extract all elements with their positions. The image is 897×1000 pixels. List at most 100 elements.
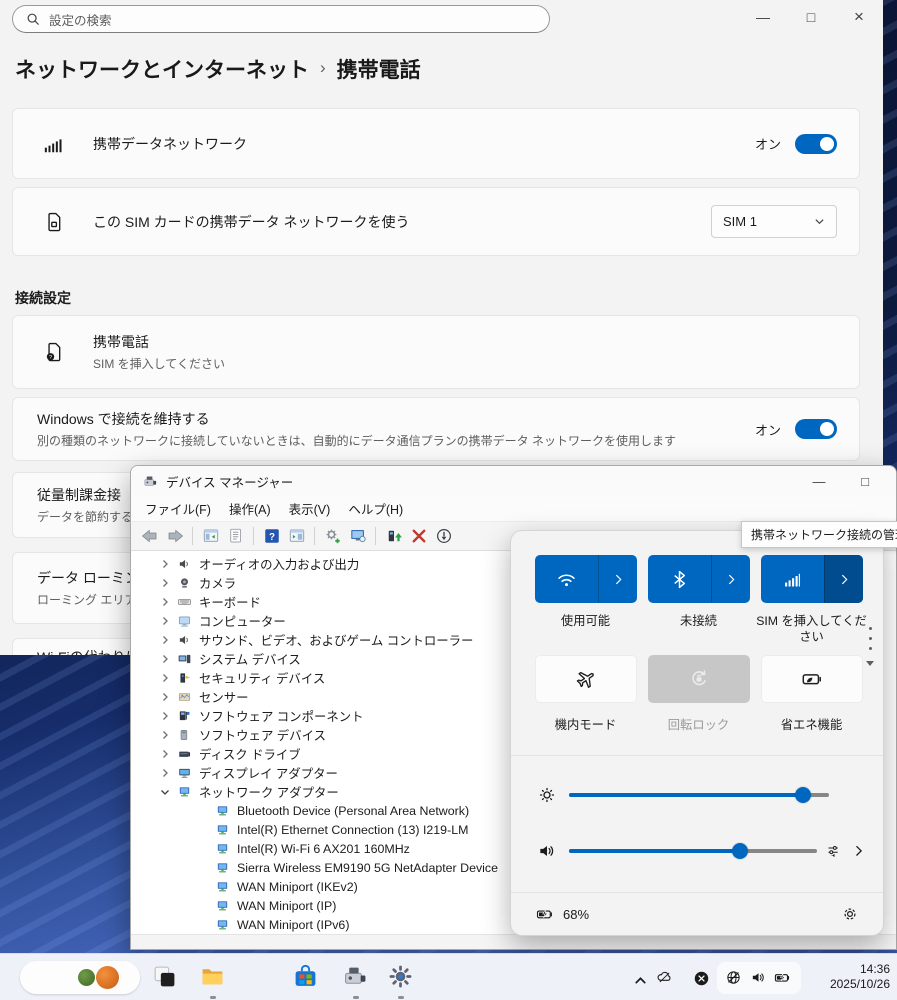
chevron-right-icon[interactable] xyxy=(159,691,171,703)
show-console-tree-button[interactable] xyxy=(200,526,221,547)
card-keep-connected: Windows で接続を維持する 別の種類のネットワークに接続していないときは、… xyxy=(12,397,860,461)
taskbar-device-manager-button[interactable] xyxy=(343,964,368,989)
uninstall-device-button[interactable] xyxy=(408,526,429,547)
sim-dropdown[interactable]: SIM 1 xyxy=(711,205,837,238)
battery-icon[interactable] xyxy=(535,905,555,923)
taskbar-store-button[interactable] xyxy=(293,964,318,989)
cellular-expand-button[interactable] xyxy=(824,555,863,603)
chevron-right-icon xyxy=(837,572,852,587)
gear-icon[interactable] xyxy=(841,905,859,923)
desktop: 設定の検索 — □ × ネットワークとインターネット › 携帯電話 携帯データネ… xyxy=(0,0,897,1000)
sw-component-icon xyxy=(177,709,192,723)
card-title: 携帯電話 xyxy=(93,332,225,352)
bluetooth-tile[interactable] xyxy=(648,555,750,603)
bluetooth-expand-button[interactable] xyxy=(711,555,750,603)
audio-output-icon[interactable] xyxy=(826,843,843,860)
minimize-button[interactable]: — xyxy=(808,474,830,489)
energy-saver-tile[interactable] xyxy=(761,655,863,703)
taskbar-widgets-button[interactable] xyxy=(20,961,140,994)
tray-system-icons-group[interactable] xyxy=(717,962,801,994)
scan-hardware-changes-button[interactable] xyxy=(322,526,343,547)
chevron-right-icon[interactable] xyxy=(159,710,171,722)
help-button[interactable]: ? xyxy=(261,526,282,547)
energy-saver-icon xyxy=(801,668,823,690)
maximize-button[interactable]: □ xyxy=(854,474,876,489)
file-explorer-icon xyxy=(200,964,225,989)
card-cellular-phone[interactable]: ? 携帯電話 SIM を挿入してください xyxy=(12,315,860,389)
chevron-right-icon[interactable] xyxy=(159,653,171,665)
show-console-tree-icon xyxy=(202,527,220,545)
tray-blocked-icon[interactable] xyxy=(693,970,710,987)
sim-dropdown-value: SIM 1 xyxy=(723,214,757,229)
properties-button[interactable] xyxy=(225,526,246,547)
chevron-right-icon[interactable] xyxy=(159,596,171,608)
bluetooth-toggle-button[interactable] xyxy=(648,555,711,603)
maximize-button[interactable]: □ xyxy=(787,0,835,34)
network-icon xyxy=(215,842,230,856)
settings-search-input[interactable]: 設定の検索 xyxy=(12,5,550,33)
taskbar-task-view-button[interactable] xyxy=(152,964,177,989)
chevron-right-icon[interactable] xyxy=(159,748,171,760)
qs-scroll-indicator[interactable] xyxy=(866,627,874,666)
energy-saver-label: 省エネ機能 xyxy=(755,717,868,733)
chevron-right-icon[interactable] xyxy=(853,844,865,858)
minimize-button[interactable]: — xyxy=(739,0,787,34)
chevron-right-icon[interactable] xyxy=(159,558,171,570)
airplane-mode-tile[interactable] xyxy=(535,655,637,703)
breadcrumb-parent[interactable]: ネットワークとインターネット xyxy=(15,54,309,84)
widgets-image-pumpkin-orange xyxy=(96,966,119,989)
back-button[interactable] xyxy=(139,526,160,547)
chevron-down-icon[interactable] xyxy=(159,786,171,798)
bluetooth-status-label: 未接続 xyxy=(642,613,755,629)
menu-help[interactable]: ヘルプ(H) xyxy=(340,496,411,521)
running-indicator xyxy=(210,996,216,999)
menu-view[interactable]: 表示(V) xyxy=(281,496,339,521)
speaker-icon xyxy=(750,969,767,986)
chevron-right-icon[interactable] xyxy=(159,615,171,627)
tree-item-label: Intel(R) Wi-Fi 6 AX201 160MHz xyxy=(237,842,410,856)
close-button[interactable]: × xyxy=(835,0,883,34)
device-manager-titlebar[interactable]: デバイス マネージャー — □ xyxy=(131,466,896,496)
disable-device-icon xyxy=(435,527,453,545)
show-action-pane-button[interactable] xyxy=(286,526,307,547)
chevron-right-icon[interactable] xyxy=(159,767,171,779)
tray-onedrive-icon[interactable] xyxy=(656,969,678,986)
remote-computer-button[interactable] xyxy=(347,526,368,547)
qs-footer: 68% xyxy=(511,892,883,935)
chevron-right-icon[interactable] xyxy=(159,577,171,589)
running-indicator xyxy=(353,996,359,999)
disable-device-button[interactable] xyxy=(433,526,454,547)
chevron-right-icon[interactable] xyxy=(159,634,171,646)
wifi-toggle-button[interactable] xyxy=(535,555,598,603)
taskbar-settings-button[interactable] xyxy=(388,964,413,989)
update-driver-button[interactable] xyxy=(383,526,404,547)
tree-indent xyxy=(197,881,209,893)
search-icon xyxy=(26,12,40,26)
tree-indent xyxy=(197,824,209,836)
menu-file[interactable]: ファイル(F) xyxy=(137,496,219,521)
chevron-down-icon[interactable] xyxy=(866,661,874,666)
forward-button[interactable] xyxy=(164,526,185,547)
volume-slider[interactable] xyxy=(569,849,817,853)
tray-clock[interactable]: 14:36 2025/10/26 xyxy=(806,962,890,992)
cellular-data-toggle[interactable] xyxy=(795,134,837,154)
taskbar-edge-button[interactable] xyxy=(247,964,272,989)
taskbar-file-explorer-button[interactable] xyxy=(200,964,225,989)
card-cellular-data[interactable]: 携帯データネットワーク オン xyxy=(12,108,860,179)
network-icon xyxy=(215,899,230,913)
tree-indent xyxy=(197,843,209,855)
menu-action[interactable]: 操作(A) xyxy=(221,496,279,521)
brightness-slider[interactable] xyxy=(569,793,829,797)
wifi-tile[interactable] xyxy=(535,555,637,603)
chevron-right-icon[interactable] xyxy=(159,729,171,741)
chevron-right-icon[interactable] xyxy=(159,672,171,684)
tray-chevron-up-icon[interactable] xyxy=(632,972,649,989)
chevron-down-icon xyxy=(814,216,825,227)
cellular-tile[interactable] xyxy=(761,555,863,603)
cellular-toggle-button[interactable] xyxy=(761,555,824,603)
wifi-expand-button[interactable] xyxy=(598,555,637,603)
toolbar-separator xyxy=(375,527,376,545)
disk-icon xyxy=(177,747,192,761)
running-indicator xyxy=(398,996,404,999)
keep-connected-toggle[interactable] xyxy=(795,419,837,439)
